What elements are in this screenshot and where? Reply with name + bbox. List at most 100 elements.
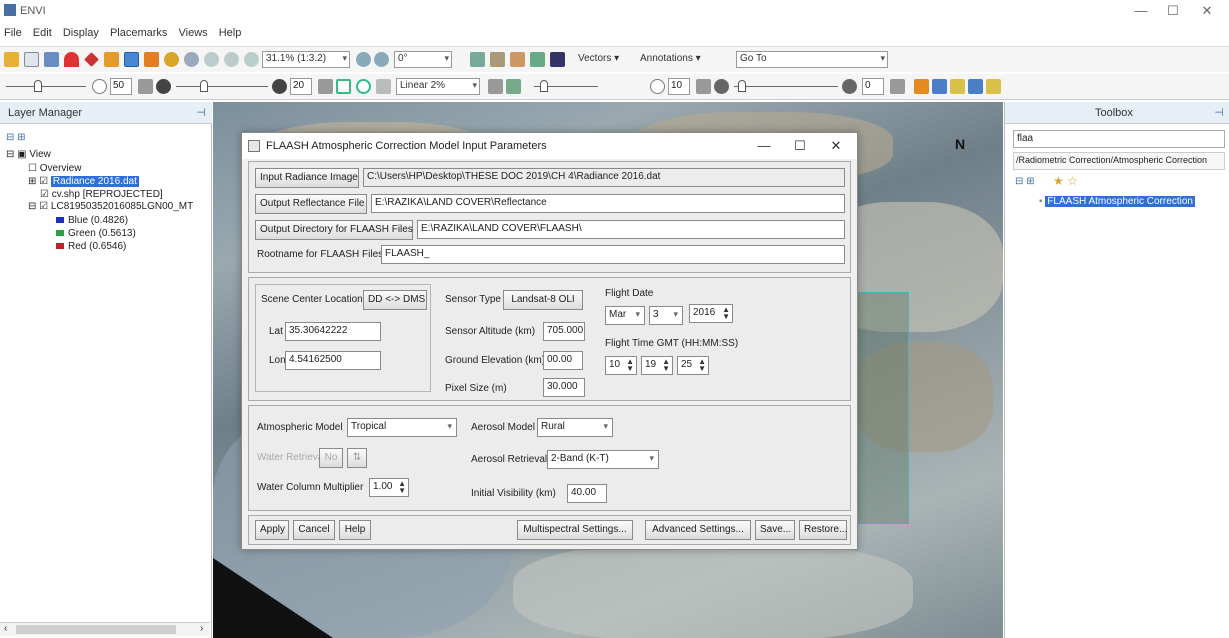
contrast-slider-knob[interactable] [200, 80, 208, 92]
lon-field[interactable]: 4.54162500 [285, 351, 381, 370]
scroll-thumb[interactable] [16, 625, 176, 634]
output-directory-field[interactable]: E:\RAZIKA\LAND COVER\FLAASH\ [417, 220, 845, 239]
brightness-input[interactable]: 50 [110, 78, 132, 95]
pan-icon[interactable] [124, 52, 139, 67]
open-icon[interactable] [4, 52, 19, 67]
favorites-icon[interactable]: ★ ☆ [1053, 174, 1078, 188]
hand-icon[interactable] [470, 52, 485, 67]
dialog-close-button[interactable]: ✕ [822, 137, 850, 155]
reset-brightness-icon[interactable] [138, 79, 153, 94]
output-directory-button[interactable]: Output Directory for FLAASH Files [255, 220, 413, 240]
zoom-combo[interactable]: 31.1% (1:3.2) ▾ [262, 51, 350, 68]
split-3-icon[interactable] [986, 79, 1001, 94]
rotate-cw-icon[interactable] [374, 52, 389, 67]
contrast-slider-track[interactable] [176, 86, 268, 87]
zoom-full-icon[interactable] [244, 52, 259, 67]
cancel-button[interactable]: Cancel [293, 520, 335, 540]
profile-icon[interactable] [914, 79, 929, 94]
annotations-menu[interactable]: Annotations ▾ [640, 53, 701, 64]
tree-landsat[interactable]: ⊟ ☑ LC81950352016085LGN00_MT [28, 201, 193, 212]
flight-hour-spinner[interactable]: 10 ▲ ▼ [605, 356, 637, 375]
flight-second-spinner[interactable]: 25 ▲ ▼ [677, 356, 709, 375]
flight-minute-spinner[interactable]: 19 ▲ ▼ [641, 356, 673, 375]
data-manager-icon[interactable] [24, 52, 39, 67]
layer-icon[interactable] [44, 52, 59, 67]
sharpen-input[interactable]: 10 [668, 78, 690, 95]
transparency-input[interactable]: 0 [862, 78, 884, 95]
tree-blue-band[interactable]: Blue (0.4826) [56, 215, 128, 226]
circle-select-icon[interactable] [356, 79, 371, 94]
dialog-minimize-button[interactable]: — [750, 137, 778, 155]
grid-icon[interactable] [530, 52, 545, 67]
histogram-icon[interactable] [506, 79, 521, 94]
toolbox-flaash-item[interactable]: ▪ FLAASH Atmospheric Correction [1039, 196, 1195, 207]
water-retrieval-toggle[interactable]: No [319, 448, 343, 468]
collapse-all-icon[interactable]: ⊟ ⊞ [1015, 176, 1035, 187]
swap-icon[interactable]: ⇅ [347, 448, 367, 468]
contrast-input[interactable]: 20 [290, 78, 312, 95]
split-2-icon[interactable] [968, 79, 983, 94]
flight-year-spinner[interactable]: 2016 ▲ ▼ [689, 304, 733, 323]
reset-icon[interactable] [490, 52, 505, 67]
atm-model-select[interactable]: Tropical ▾ [347, 418, 457, 437]
fly-icon[interactable] [144, 52, 159, 67]
vectors-menu[interactable]: Vectors ▾ [578, 53, 619, 64]
initial-visibility-field[interactable]: 40.00 [567, 484, 607, 503]
dialog-maximize-button[interactable]: ☐ [786, 137, 814, 155]
output-reflectance-button[interactable]: Output Reflectance File [255, 194, 367, 214]
crosshair-icon[interactable] [84, 52, 99, 67]
water-column-spinner[interactable]: 1.00 ▲ ▼ [369, 478, 409, 497]
brightness-slider-track[interactable] [6, 86, 86, 87]
ground-elevation-field[interactable]: 00.00 [543, 351, 583, 370]
reset-contrast-icon[interactable] [318, 79, 333, 94]
tree-view[interactable]: ⊟ ▣ View [6, 149, 51, 160]
tree-green-band[interactable]: Green (0.5613) [56, 228, 136, 239]
aerosol-model-select[interactable]: Rural ▾ [537, 418, 613, 437]
minimize-button[interactable]: — [1126, 2, 1156, 20]
maximize-button[interactable]: ☐ [1158, 2, 1188, 20]
goto-combo[interactable]: Go To ▾ [736, 51, 888, 68]
flight-day-select[interactable]: 3 ▾ [649, 306, 683, 325]
zoom-in-icon[interactable] [204, 52, 219, 67]
toolbox-search-input[interactable]: flaa [1013, 130, 1225, 148]
save-button[interactable]: Save... [755, 520, 795, 540]
horizontal-scrollbar[interactable]: ‹ › [0, 622, 210, 636]
input-radiance-button[interactable]: Input Radiance Image [255, 168, 359, 188]
help-button[interactable]: Help [339, 520, 371, 540]
rotate-icon[interactable] [164, 52, 179, 67]
select-icon[interactable] [104, 52, 119, 67]
chip-icon[interactable] [510, 52, 525, 67]
aerosol-retrieval-select[interactable]: 2-Band (K-T) ▾ [547, 450, 659, 469]
scroll-right-icon[interactable]: › [200, 623, 203, 634]
crop-icon[interactable] [336, 79, 351, 94]
menu-views[interactable]: Views [175, 24, 212, 42]
zoom-out-icon[interactable] [224, 52, 239, 67]
output-reflectance-field[interactable]: E:\RAZIKA\LAND COVER\Reflectance [371, 194, 845, 213]
rootname-field[interactable]: FLAASH_ [381, 245, 845, 264]
close-button[interactable]: ✕ [1192, 2, 1222, 20]
brightness-slider-knob[interactable] [34, 80, 42, 92]
refresh-icon[interactable] [488, 79, 503, 94]
tree-overview[interactable]: ☐ Overview [28, 163, 81, 174]
menu-placemarks[interactable]: Placemarks [106, 24, 171, 42]
placemark-icon[interactable] [64, 52, 79, 67]
sharpen-slider-knob[interactable] [540, 80, 548, 92]
dd-dms-button[interactable]: DD <-> DMS [363, 290, 427, 310]
scroll-left-icon[interactable]: ‹ [4, 623, 7, 634]
film-icon[interactable] [550, 52, 565, 67]
multispectral-settings-button[interactable]: Multispectral Settings... [517, 520, 633, 540]
lat-field[interactable]: 35.30642222 [285, 322, 381, 341]
transparency-slider-track[interactable] [734, 86, 838, 87]
zoom-icon[interactable] [184, 52, 199, 67]
tree-red-band[interactable]: Red (0.6546) [56, 241, 126, 252]
reset-transparency-icon[interactable] [890, 79, 905, 94]
stretch-icon[interactable] [376, 79, 391, 94]
flight-month-select[interactable]: Mar ▾ [605, 306, 645, 325]
menu-help[interactable]: Help [215, 24, 246, 42]
rotate-ccw-icon[interactable] [356, 52, 371, 67]
menu-file[interactable]: File [0, 24, 26, 42]
pin-icon[interactable]: ⊣ [1214, 106, 1224, 119]
tree-cv-shp[interactable]: ☑ cv.shp [REPROJECTED] [40, 189, 163, 200]
menu-display[interactable]: Display [59, 24, 103, 42]
tree-radiance[interactable]: ⊞ ☑ Radiance 2016.dat [28, 176, 139, 187]
